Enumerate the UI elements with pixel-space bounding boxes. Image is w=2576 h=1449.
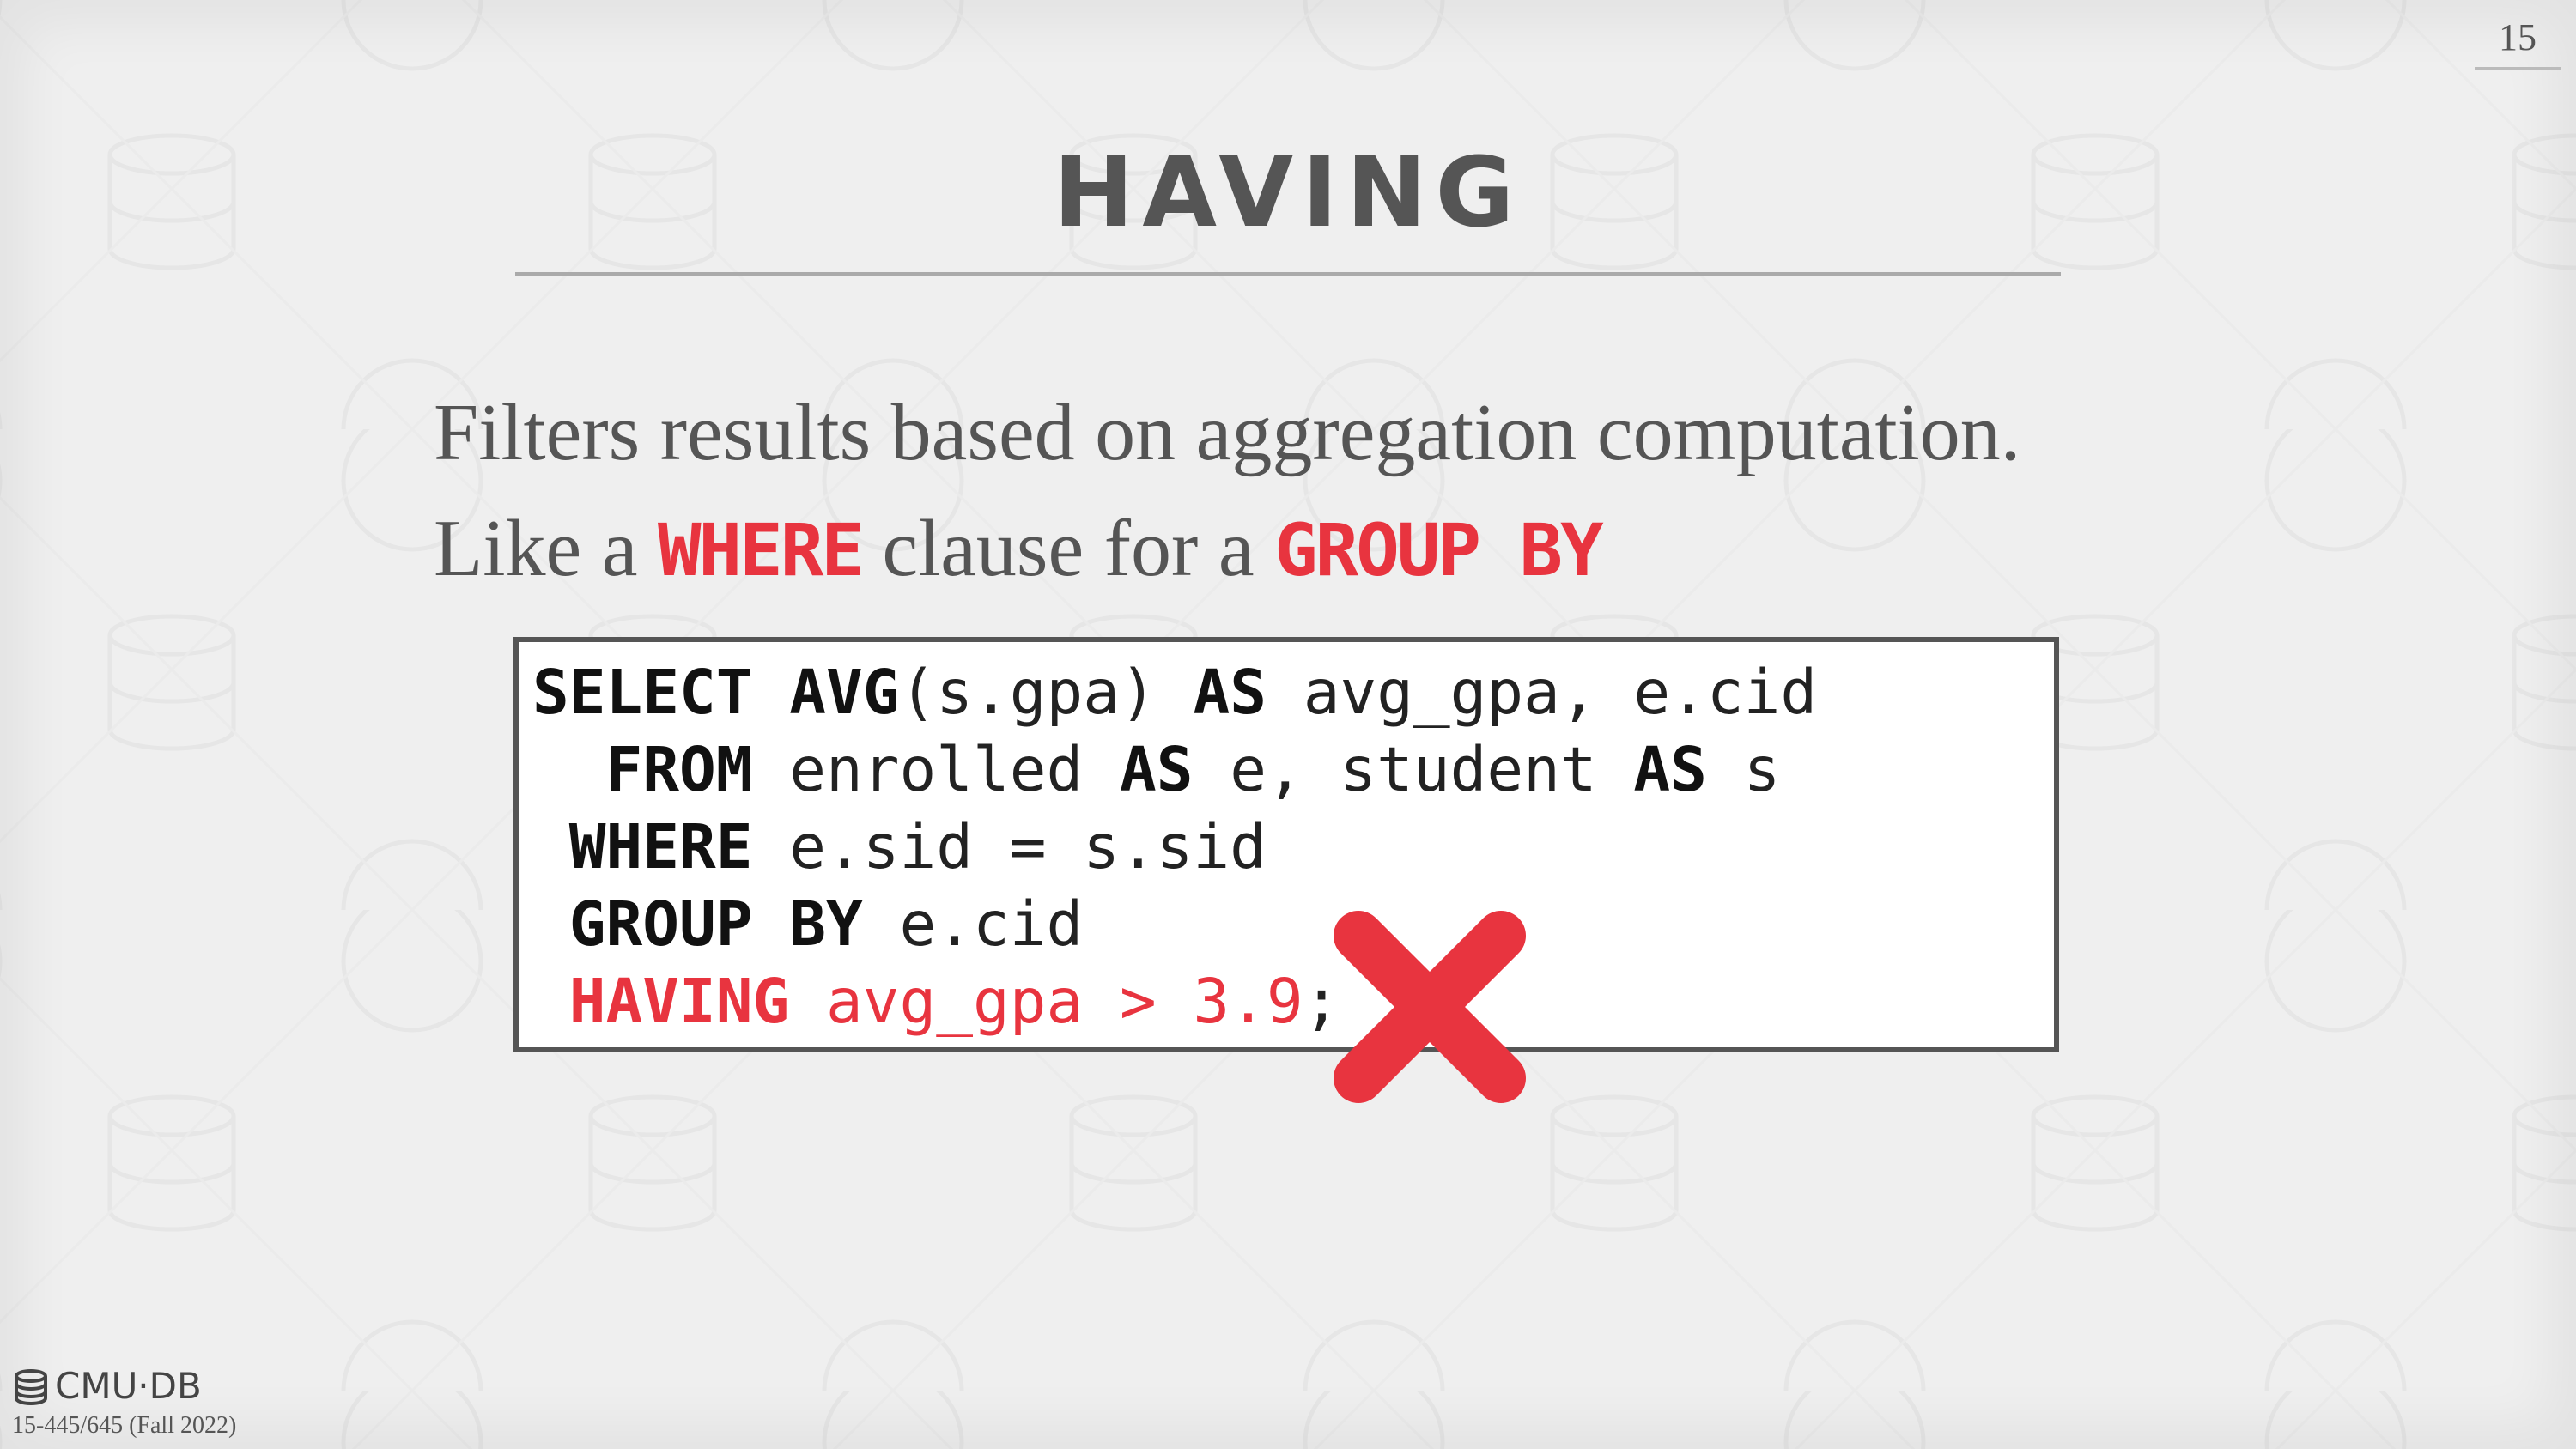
keyword-where: WHERE xyxy=(657,508,865,592)
database-stack-icon xyxy=(15,1369,47,1405)
x-mark-icon xyxy=(1334,911,1526,1103)
page-number: 15 xyxy=(2475,15,2561,70)
course-label: 15-445/645 (Fall 2022) xyxy=(12,1412,237,1439)
slide-title: HAVING xyxy=(1053,137,1523,249)
having-keyword: HAVING xyxy=(568,966,790,1037)
having-condition: avg_gpa > 3.9 xyxy=(789,966,1303,1037)
title-divider xyxy=(515,272,2061,276)
keyword-group-by: GROUP BY xyxy=(1274,508,1604,592)
code-line-3: WHERE e.sid = s.sid xyxy=(568,811,1267,882)
footer-brand: CMU·DB xyxy=(55,1365,202,1407)
bullet-text-1: Filters results based on aggregation com… xyxy=(434,388,2021,477)
code-line-2: FROM enrolled AS e, student AS s xyxy=(605,734,1781,805)
code-line-5: HAVING avg_gpa > 3.9; xyxy=(568,966,1340,1037)
code-line-4: GROUP BY e.cid xyxy=(568,888,1084,960)
cmu-db-logo: CMU·DB xyxy=(12,1365,218,1410)
bullet2-prefix: Like a xyxy=(434,504,658,593)
bullet-text-2: Like a WHERE clause for a GROUP BY xyxy=(434,502,1604,595)
code-line-1: SELECT AVG(s.gpa) AS avg_gpa, e.cid xyxy=(532,657,1818,728)
sql-code-box: SELECT AVG(s.gpa) AS avg_gpa, e.cid FROM… xyxy=(513,637,2059,1052)
sql-code: SELECT AVG(s.gpa) AS avg_gpa, e.cid FROM… xyxy=(532,654,1817,1040)
bullet2-mid: clause for a xyxy=(861,504,1275,593)
